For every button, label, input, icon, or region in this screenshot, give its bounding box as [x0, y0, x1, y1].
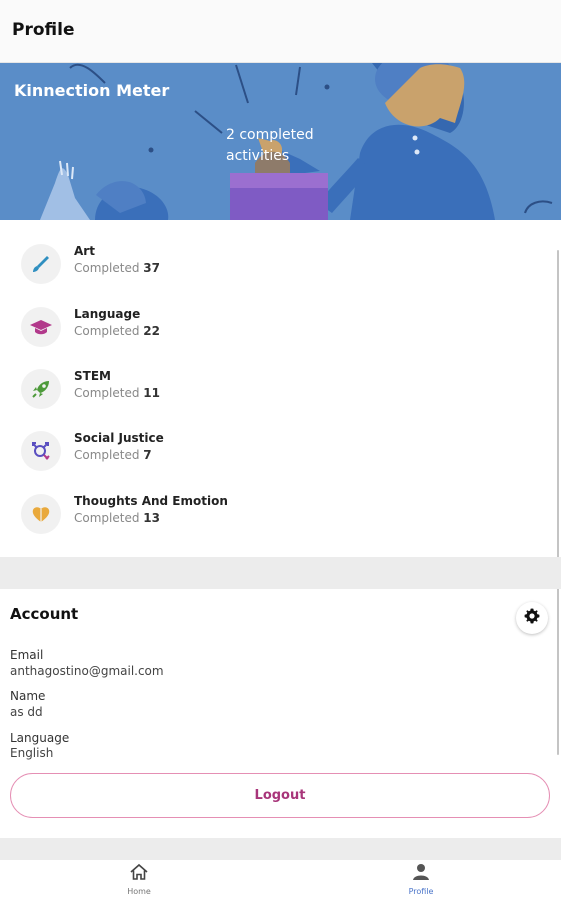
tab-home[interactable]: Home: [109, 862, 169, 900]
category-name: STEM: [74, 369, 111, 383]
category-art: Art Completed 37: [0, 238, 561, 294]
category-count: Completed 37: [74, 261, 160, 275]
account-title: Account: [10, 605, 79, 623]
rocket-icon: [21, 369, 61, 409]
category-count: Completed 11: [74, 386, 160, 400]
page-title: Profile: [12, 20, 75, 40]
home-icon: [129, 862, 149, 886]
category-language: Language Completed 22: [0, 301, 561, 357]
kinnection-meter-title: Kinnection Meter: [14, 81, 170, 100]
section-divider: [0, 838, 561, 860]
category-stem: STEM Completed 11: [0, 363, 561, 419]
bottom-tab-bar: Home Profile: [0, 860, 561, 900]
heart-icon: [21, 494, 61, 534]
name-value: as dd: [10, 705, 43, 719]
category-name: Art: [74, 244, 95, 258]
scrollbar[interactable]: [557, 250, 559, 755]
category-thoughts-and-emotion: Thoughts And Emotion Completed 13: [0, 488, 561, 544]
email-value: anthagostino@gmail.com: [10, 664, 164, 678]
logout-button[interactable]: Logout: [10, 773, 550, 818]
category-name: Thoughts And Emotion: [74, 494, 228, 508]
name-label: Name: [10, 689, 46, 703]
email-label: Email: [10, 648, 44, 662]
category-name: Social Justice: [74, 431, 164, 445]
category-count: Completed 13: [74, 511, 160, 525]
user-icon: [411, 862, 431, 886]
graduation-cap-icon: [21, 307, 61, 347]
paintbrush-icon: [21, 244, 61, 284]
settings-button[interactable]: [516, 602, 548, 634]
category-social-justice: Social Justice Completed 7: [0, 425, 561, 481]
tab-profile[interactable]: Profile: [391, 862, 451, 900]
tab-profile-label: Profile: [408, 887, 434, 896]
language-value: English: [10, 746, 54, 760]
language-label: Language: [10, 731, 70, 745]
category-count: Completed 7: [74, 448, 152, 462]
tab-home-label: Home: [127, 887, 151, 896]
kinnection-meter-banner: Kinnection Meter 2 completed activities: [0, 63, 561, 220]
gender-symbols-icon: [21, 431, 61, 471]
section-divider: [0, 557, 561, 589]
category-count: Completed 22: [74, 324, 160, 338]
app-header: Profile: [0, 0, 561, 63]
completed-activities-text: 2 completed activities: [226, 127, 314, 164]
category-name: Language: [74, 307, 141, 321]
gear-icon: [523, 607, 541, 629]
